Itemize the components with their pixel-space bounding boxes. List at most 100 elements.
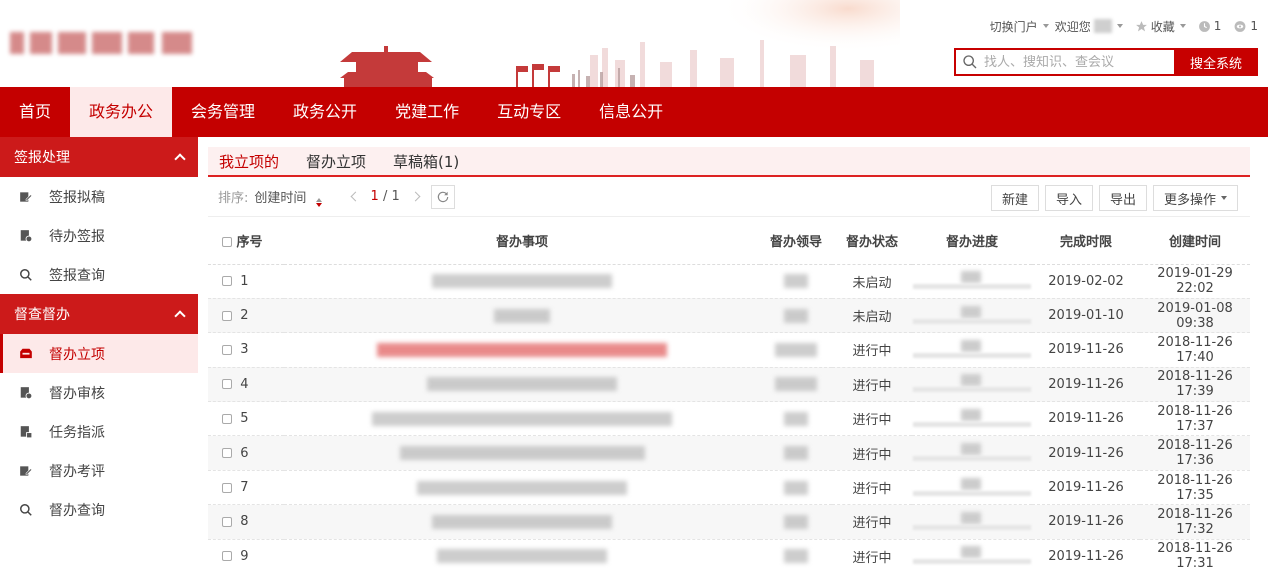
row-checkbox[interactable] bbox=[222, 413, 232, 424]
next-page-icon[interactable] bbox=[410, 191, 421, 202]
column-label: 督办进度 bbox=[945, 234, 998, 250]
row-checkbox[interactable] bbox=[222, 448, 232, 459]
favorites-label: 收藏 bbox=[1150, 19, 1175, 34]
table-row[interactable]: 6 进行中 2019-11-26 2018-11-26 17:36 bbox=[208, 435, 1250, 471]
cell-status: 未启动 bbox=[832, 298, 912, 334]
sidebar-item-report-query[interactable]: 签报查询 bbox=[0, 255, 198, 294]
cell-index: 5 bbox=[208, 401, 284, 437]
cell-item[interactable] bbox=[284, 367, 760, 403]
new-button[interactable]: 新建 bbox=[990, 185, 1039, 211]
deadline-text: 2019-11-26 bbox=[1048, 376, 1124, 392]
redacted-item-title bbox=[377, 342, 667, 357]
created-time-text: 2019-01-08 09:38 bbox=[1157, 300, 1233, 331]
site-logo[interactable] bbox=[10, 32, 192, 54]
nav-party-building[interactable]: 党建工作 bbox=[376, 87, 478, 137]
sidebar-group-reports[interactable]: 签报处理 bbox=[0, 137, 198, 177]
sidebar-item-task-assignment[interactable]: 任务指派 bbox=[0, 412, 198, 451]
sidebar-group-supervision[interactable]: 督查督办 bbox=[0, 294, 198, 334]
nav-government-office[interactable]: 政务办公 bbox=[70, 87, 173, 137]
prev-page-icon[interactable] bbox=[350, 191, 360, 202]
switch-portal-dropdown[interactable]: 切换门户 bbox=[990, 18, 1049, 35]
row-checkbox[interactable] bbox=[222, 551, 232, 562]
table-row[interactable]: 3 进行中 2019-11-26 2018-11-26 17:40 bbox=[208, 332, 1250, 368]
table-row[interactable]: 1 未启动 2019-02-02 2019-01-29 22:02 bbox=[208, 264, 1250, 299]
chevron-up-icon bbox=[174, 153, 186, 165]
select-all-checkbox[interactable] bbox=[222, 237, 232, 248]
cell-item[interactable] bbox=[284, 470, 760, 506]
cell-created: 2018-11-26 17:32 bbox=[1140, 504, 1250, 540]
sidebar-item-label: 督办考评 bbox=[49, 463, 105, 480]
view-count[interactable]: 1 bbox=[1233, 19, 1258, 33]
deadline-text: 2019-11-26 bbox=[1048, 342, 1124, 358]
row-checkbox[interactable] bbox=[222, 310, 232, 321]
column-header-deadline: 完成时限 bbox=[1032, 217, 1140, 265]
cell-item[interactable] bbox=[284, 298, 760, 334]
cell-leader bbox=[760, 504, 832, 540]
user-menu[interactable]: 欢迎您 bbox=[1055, 18, 1123, 35]
redacted-item-title bbox=[432, 274, 612, 289]
pending-count-value: 1 bbox=[1213, 19, 1222, 33]
sidebar-item-supervision-project[interactable]: 督办立项 bbox=[0, 334, 198, 373]
cell-leader bbox=[760, 367, 832, 403]
edit-icon bbox=[18, 463, 34, 479]
redacted-leader-name bbox=[784, 549, 808, 564]
row-checkbox[interactable] bbox=[222, 344, 232, 355]
nav-home[interactable]: 首页 bbox=[0, 87, 70, 137]
nav-interaction-zone[interactable]: 互动专区 bbox=[478, 87, 580, 137]
deadline-text: 2019-02-02 bbox=[1048, 273, 1124, 289]
column-label: 完成时限 bbox=[1059, 234, 1112, 250]
cell-item[interactable] bbox=[284, 264, 760, 299]
pending-count[interactable]: 1 bbox=[1198, 19, 1222, 33]
more-actions-button[interactable]: 更多操作 bbox=[1152, 185, 1238, 211]
refresh-button[interactable] bbox=[430, 184, 455, 209]
sort-field-selector[interactable]: 创建时间 bbox=[254, 187, 322, 207]
search-all-button[interactable]: 搜全系统 bbox=[1174, 48, 1258, 76]
row-checkbox[interactable] bbox=[222, 516, 232, 527]
cell-status: 进行中 bbox=[832, 401, 912, 437]
sidebar-item-draft-report[interactable]: 签报拟稿 bbox=[0, 177, 198, 216]
row-number: 1 bbox=[240, 273, 249, 289]
sidebar-item-supervision-evaluation[interactable]: 督办考评 bbox=[0, 451, 198, 490]
page-header: 切换门户 欢迎您 收藏 1 1 搜全系统 bbox=[0, 0, 1268, 87]
column-header-index: 序号 bbox=[208, 217, 284, 265]
progress-bar bbox=[913, 511, 1031, 532]
tab-drafts[interactable]: 草稿箱(1) bbox=[393, 151, 459, 172]
cell-item[interactable] bbox=[284, 539, 760, 570]
sidebar-item-pending-report[interactable]: 待办签报 bbox=[0, 216, 198, 255]
row-checkbox[interactable] bbox=[222, 276, 232, 287]
table-row[interactable]: 8 进行中 2019-11-26 2018-11-26 17:32 bbox=[208, 504, 1250, 540]
table-row[interactable]: 2 未启动 2019-01-10 2019-01-08 09:38 bbox=[208, 298, 1250, 334]
top-utility-bar: 切换门户 欢迎您 收藏 1 1 bbox=[990, 14, 1258, 38]
row-checkbox[interactable] bbox=[222, 482, 232, 493]
export-button[interactable]: 导出 bbox=[1098, 185, 1147, 211]
sidebar-item-supervision-review[interactable]: 督办审核 bbox=[0, 373, 198, 412]
status-text: 进行中 bbox=[852, 413, 892, 429]
column-header-created: 创建时间 bbox=[1140, 217, 1250, 265]
nav-government-affairs-public[interactable]: 政务公开 bbox=[274, 87, 376, 137]
progress-bar bbox=[913, 443, 1031, 463]
tab-supervision-projects[interactable]: 督办立项 bbox=[306, 151, 366, 172]
import-button[interactable]: 导入 bbox=[1044, 185, 1093, 211]
table-row[interactable]: 5 进行中 2019-11-26 2018-11-26 17:37 bbox=[208, 401, 1250, 437]
sidebar-item-supervision-query[interactable]: 督办查询 bbox=[0, 490, 198, 529]
tab-my-projects[interactable]: 我立项的 bbox=[219, 151, 279, 172]
sort-field-value: 创建时间 bbox=[254, 190, 307, 206]
favorites-dropdown[interactable]: 收藏 bbox=[1135, 18, 1186, 35]
cell-item[interactable] bbox=[284, 332, 760, 368]
list-toolbar: 排序: 创建时间 1 / 1 新建 导入 导出 更多操作 bbox=[208, 177, 1250, 217]
cell-deadline: 2019-11-26 bbox=[1032, 504, 1140, 540]
cell-item[interactable] bbox=[284, 401, 760, 437]
search-input[interactable] bbox=[984, 54, 1174, 70]
cell-progress bbox=[912, 539, 1032, 570]
cell-item[interactable] bbox=[284, 435, 760, 471]
nav-information-public[interactable]: 信息公开 bbox=[580, 87, 682, 137]
table-row[interactable]: 9 进行中 2019-11-26 2018-11-26 17:31 bbox=[208, 539, 1250, 570]
sidebar: 签报处理 签报拟稿 待办签报 签报查询 督查督办 督办立项 督办审核 任务指派 … bbox=[0, 137, 198, 570]
redacted-leader-name bbox=[784, 514, 808, 529]
cell-item[interactable] bbox=[284, 504, 760, 540]
caret-down-icon bbox=[1221, 196, 1227, 200]
row-checkbox[interactable] bbox=[222, 379, 232, 390]
nav-meeting-management[interactable]: 会务管理 bbox=[172, 87, 274, 137]
table-row[interactable]: 4 进行中 2019-11-26 2018-11-26 17:39 bbox=[208, 367, 1250, 403]
table-row[interactable]: 7 进行中 2019-11-26 2018-11-26 17:35 bbox=[208, 470, 1250, 506]
